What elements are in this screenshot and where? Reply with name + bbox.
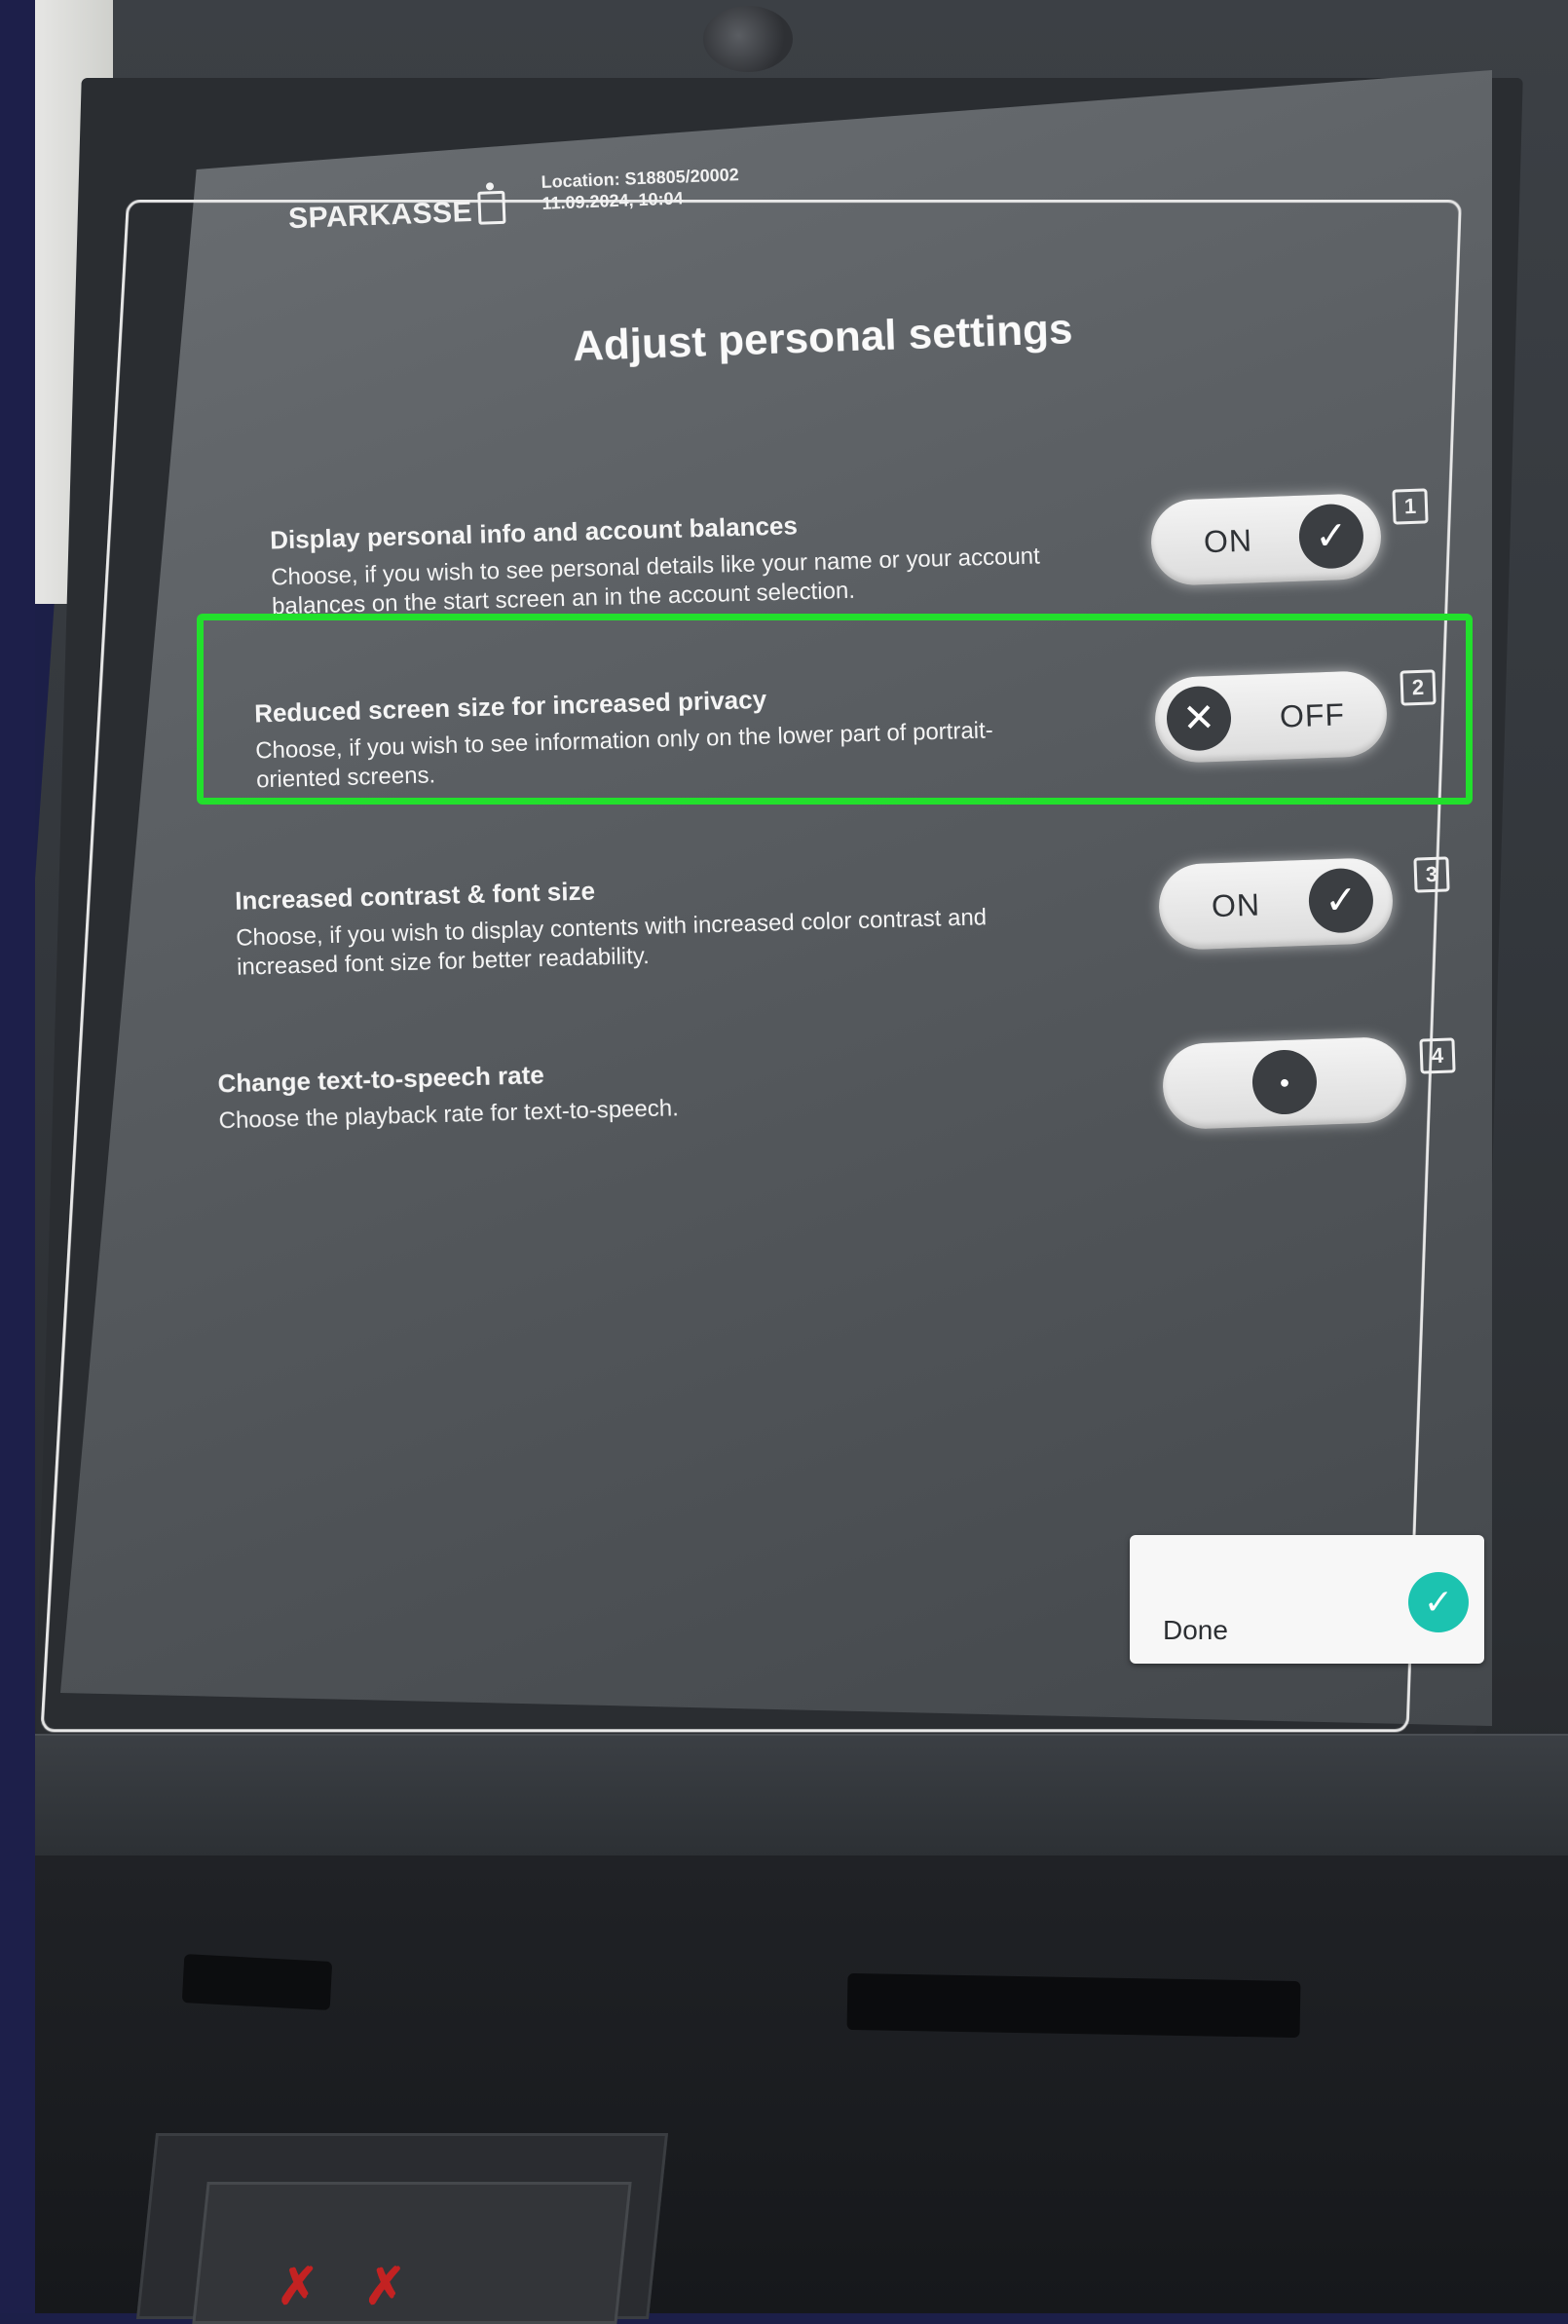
sparkasse-icon: [477, 190, 506, 225]
speech-rate-slider[interactable]: ●: [1161, 1035, 1408, 1131]
badge-1: 1: [1392, 488, 1429, 525]
keypad-symbols-icon: ✗✗: [277, 2259, 452, 2315]
check-icon: ✓: [1408, 1572, 1469, 1632]
check-icon: ✓: [1307, 867, 1375, 934]
brand-name: SPARKASSE: [287, 196, 473, 236]
card-slot: [846, 1972, 1301, 2039]
done-button[interactable]: Done ✓: [1130, 1535, 1484, 1664]
receipt-slot: [181, 1954, 333, 2010]
badge-4: 4: [1419, 1037, 1456, 1074]
toggle-label: ON: [1211, 886, 1261, 924]
toggle-label: ON: [1203, 522, 1253, 560]
highlight-box: [197, 614, 1473, 805]
toggle-personal-info[interactable]: ON ✓: [1149, 492, 1383, 587]
badge-3: 3: [1413, 856, 1450, 893]
check-icon: ✓: [1297, 503, 1365, 570]
toggle-contrast[interactable]: ON ✓: [1157, 856, 1395, 952]
done-label: Done: [1163, 1615, 1228, 1645]
location-info: Location: S18805/20002 11.09.2024, 10:04: [541, 164, 740, 214]
atm-ledge: [35, 1734, 1568, 1857]
slider-knob-icon: ●: [1251, 1048, 1319, 1116]
